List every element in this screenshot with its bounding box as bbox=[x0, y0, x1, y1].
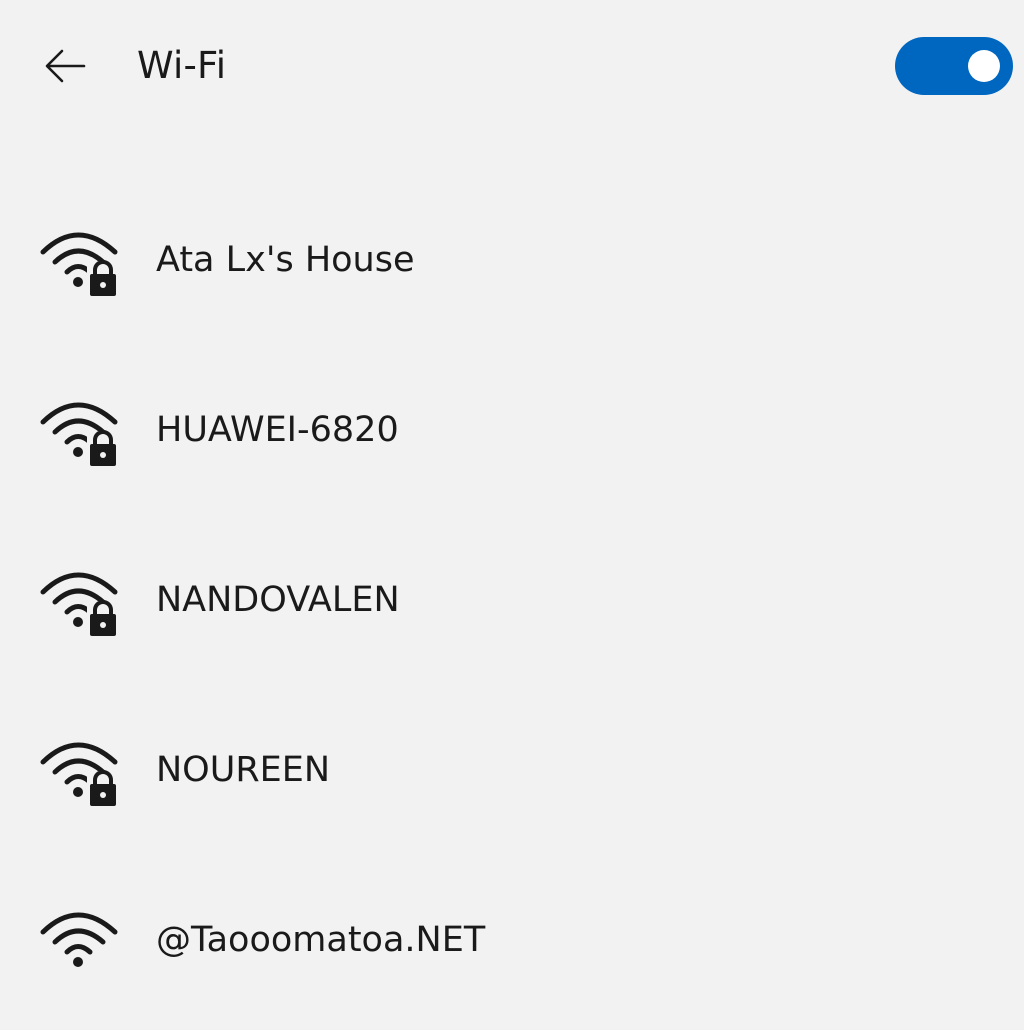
wifi-secured-icon bbox=[38, 560, 124, 640]
wifi-secured-icon bbox=[38, 390, 124, 470]
header: Wi-Fi bbox=[0, 0, 1024, 130]
network-name: NOUREEN bbox=[156, 750, 331, 790]
network-item[interactable]: Ata Lx's House bbox=[0, 180, 1024, 350]
toggle-knob bbox=[968, 50, 1000, 82]
back-button[interactable] bbox=[34, 40, 96, 92]
network-name: NANDOVALEN bbox=[156, 580, 400, 620]
network-name: Ata Lx's House bbox=[156, 240, 415, 280]
wifi-secured-icon bbox=[38, 220, 124, 300]
page-title: Wi-Fi bbox=[137, 44, 227, 87]
network-name: HUAWEI-6820 bbox=[156, 410, 399, 450]
wifi-toggle[interactable] bbox=[895, 37, 1013, 95]
wifi-icon bbox=[38, 900, 124, 980]
network-item[interactable]: @Taooomatoa.NET bbox=[0, 860, 1024, 1030]
network-item[interactable]: HUAWEI-6820 bbox=[0, 350, 1024, 520]
network-item[interactable]: NOUREEN bbox=[0, 690, 1024, 860]
network-list: Ata Lx's House HUAWEI-6820 NANDOVALEN NO… bbox=[0, 180, 1024, 1030]
network-item[interactable]: NANDOVALEN bbox=[0, 520, 1024, 690]
network-name: @Taooomatoa.NET bbox=[156, 920, 486, 960]
back-arrow-icon bbox=[45, 49, 86, 83]
wifi-secured-icon bbox=[38, 730, 124, 810]
